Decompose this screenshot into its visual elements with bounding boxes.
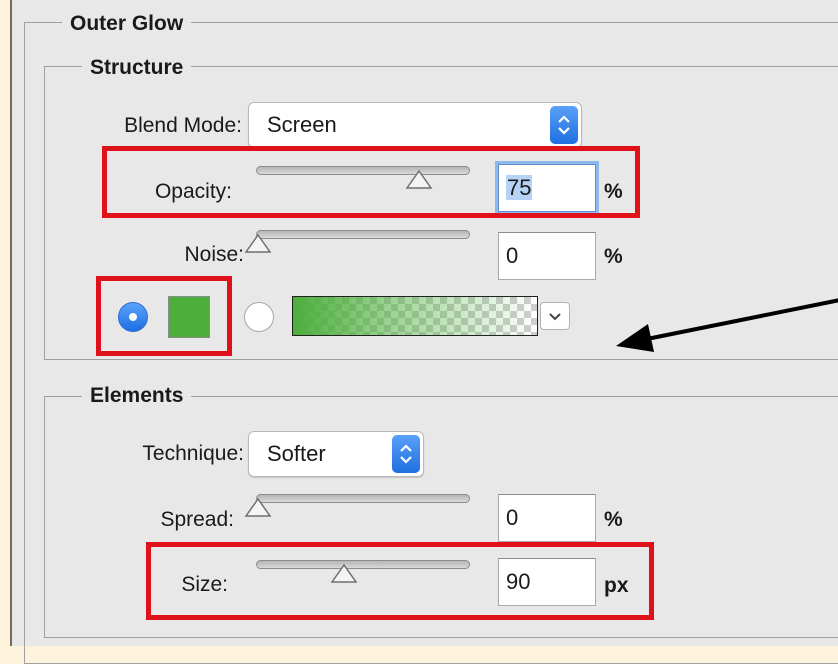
structure-title: Structure [82,56,192,80]
noise-unit: % [604,245,623,268]
gradient-dropdown-button[interactable] [540,302,570,330]
size-highlight-box [146,542,654,620]
chevron-down-icon [549,313,561,321]
technique-value: Softer [267,441,326,466]
annotation-arrow-icon [616,298,838,352]
spread-unit: % [604,508,623,531]
noise-slider-track[interactable] [256,230,470,239]
gradient-radio[interactable] [244,302,274,332]
blend-mode-stepper-icon[interactable] [550,106,578,144]
spread-label: Spread: [160,508,234,531]
noise-input[interactable]: 0 [498,232,596,280]
outer-glow-title: Outer Glow [62,12,192,36]
blend-mode-label: Blend Mode: [124,114,242,137]
technique-select[interactable]: Softer [248,431,424,477]
spread-value: 0 [506,505,519,530]
spread-input[interactable]: 0 [498,494,596,542]
noise-slider-thumb[interactable] [244,232,272,254]
spread-slider-track[interactable] [256,494,470,503]
opacity-highlight-box [102,146,640,218]
elements-title: Elements [82,384,192,408]
noise-value: 0 [506,243,519,268]
noise-label: Noise: [184,243,244,266]
color-highlight-box [96,276,232,356]
glow-gradient-picker[interactable] [292,296,538,336]
technique-label: Technique: [142,442,244,465]
outer-glow-panel: Outer Glow Structure Blend Mode: Screen … [10,0,838,664]
blend-mode-value: Screen [267,112,337,137]
spread-slider-thumb[interactable] [244,496,272,518]
blend-mode-select[interactable]: Screen [248,102,582,148]
technique-stepper-icon[interactable] [392,435,420,473]
